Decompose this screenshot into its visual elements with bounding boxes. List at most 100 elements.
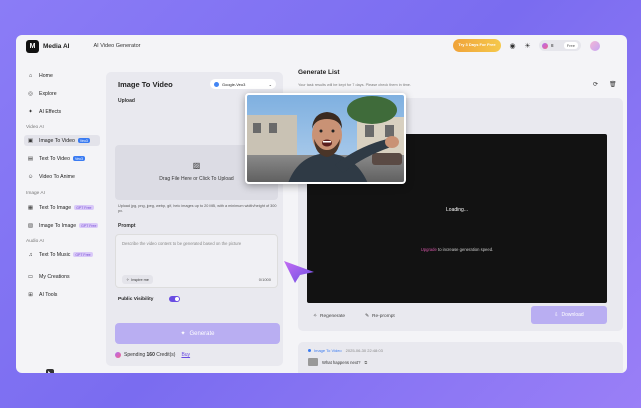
spending-info: Spending 160 Credit(s) Buy	[115, 352, 190, 358]
sidebar-item-ai-tools[interactable]: ⊞ AI Tools	[24, 289, 100, 300]
trash-icon[interactable]: 🗑	[609, 81, 617, 88]
history-header: Image To Video 2025-06-30 22:48:03	[308, 348, 383, 353]
char-counter: 0/1000	[258, 277, 271, 282]
sidebar-item-label: Text To Music	[39, 251, 71, 258]
generate-button[interactable]: ✦ Generate	[115, 323, 280, 344]
selfie-photo	[247, 95, 404, 182]
sidebar-item-explore[interactable]: ◎ Explore	[24, 88, 100, 99]
section-label-audio: Audio AI	[26, 239, 44, 244]
help-icon[interactable]: ◣	[46, 369, 54, 373]
credits-count: 8	[551, 43, 554, 48]
discord-icon[interactable]: ◉	[508, 41, 517, 50]
loading-text: Loading...	[446, 207, 468, 213]
buy-link[interactable]: Buy	[181, 352, 190, 358]
spending-amount: 160	[146, 352, 155, 358]
app-window: M Media AI AI Video Generator Try 3 Days…	[16, 35, 627, 373]
avatar[interactable]	[590, 41, 600, 51]
sidebar-item-label: Explore	[39, 90, 57, 97]
sidebar-item-my-creations[interactable]: ▭ My Creations	[24, 271, 100, 282]
model-label: Google-Veo3	[222, 81, 246, 87]
credit-coin-icon	[115, 352, 121, 358]
logo-icon[interactable]: M	[26, 39, 39, 53]
reprompt-button[interactable]: ✎ Re-prompt	[365, 314, 395, 319]
sidebar-item-text-to-music[interactable]: ♫ Text To Music GPT Free	[24, 249, 100, 260]
spending-suffix: Credit(s)	[156, 352, 176, 358]
wand-icon: ✦	[180, 331, 186, 337]
refresh-icon[interactable]: ⟳	[593, 81, 598, 88]
regenerate-button[interactable]: ✧ Regenerate	[313, 314, 345, 319]
grid-icon: ⊞	[28, 291, 33, 298]
copy-icon[interactable]: ⧉	[364, 360, 367, 365]
generate-list-subtitle: Your task results will be kept for 7 day…	[298, 83, 411, 87]
prompt-label: Prompt	[118, 223, 136, 229]
history-card: Image To Video 2025-06-30 22:48:03 What …	[298, 342, 623, 373]
inspire-me-button[interactable]: ✧ Inspire me	[122, 275, 153, 284]
plan-badge: Free	[563, 42, 578, 49]
music-icon: ♫	[28, 251, 33, 258]
image-image-icon: ▧	[27, 222, 34, 229]
sidebar: ⌂ Home ◎ Explore ✦ AI Effects Video AI ▣…	[16, 65, 104, 373]
status-dot	[308, 349, 311, 352]
sidebar-item-ai-effects[interactable]: ✦ AI Effects	[24, 106, 100, 117]
image-video-icon: ▣	[27, 137, 34, 144]
upgrade-rest-text: to increase generation speed.	[438, 247, 494, 252]
gpt-free-tag: GPT Free	[74, 205, 94, 210]
prompt-placeholder: Describe the video content to be generat…	[122, 241, 242, 246]
sidebar-item-label: Text To Video	[39, 155, 70, 162]
history-prompt: What happens next?	[322, 359, 361, 365]
upgrade-note: Upgrade to increase generation speed.	[307, 247, 607, 252]
free-trial-button[interactable]: Try 3 Days For Free	[453, 39, 501, 52]
magic-icon: ✧	[126, 278, 130, 282]
sidebar-item-label: AI Tools	[39, 291, 58, 298]
text-video-icon: ▤	[27, 155, 34, 162]
sidebar-item-image-to-image[interactable]: ▧ Image To Image GPT Free	[24, 220, 100, 231]
history-row[interactable]: What happens next? ⧉	[308, 358, 367, 366]
download-button[interactable]: ⇩ Download	[531, 306, 607, 324]
section-label-image: Image AI	[26, 191, 45, 196]
sidebar-item-label: Video To Anime	[39, 173, 75, 180]
google-icon	[214, 81, 219, 87]
folder-icon: ▭	[27, 273, 34, 280]
uploaded-image-preview	[245, 93, 406, 184]
sidebar-item-home[interactable]: ⌂ Home	[24, 70, 100, 81]
theme-toggle-icon[interactable]: ☀	[523, 41, 532, 50]
sidebar-item-image-to-video[interactable]: ▣ Image To Video Veo3	[24, 135, 100, 146]
sidebar-item-label: AI Effects	[39, 108, 62, 115]
model-select[interactable]: Google-Veo3 ⌄	[210, 79, 276, 89]
sidebar-item-text-to-image[interactable]: ▦ Text To Image GPT Free	[24, 202, 100, 213]
spending-prefix: Spending	[124, 352, 146, 358]
top-bar: M Media AI AI Video Generator	[16, 35, 627, 57]
veo3-tag: Veo3	[77, 138, 90, 143]
sparkle-icon: ✦	[28, 108, 33, 115]
credits-badge[interactable]: 8 Free	[539, 40, 581, 51]
brand-name: Media AI	[43, 42, 70, 50]
sidebar-item-label: Image To Image	[39, 222, 77, 229]
public-visibility-label: Public Visibility	[118, 297, 154, 302]
section-label-video: Video AI	[26, 125, 44, 130]
text-image-icon: ▦	[27, 204, 34, 211]
gpt-free-tag: GPT Free	[73, 252, 93, 257]
generate-label: Generate	[189, 330, 215, 337]
chevron-down-icon: ⌄	[268, 81, 272, 87]
cursor-pointer-icon	[284, 261, 314, 283]
sidebar-item-label: My Creations	[39, 273, 70, 280]
panel-title: Image To Video	[118, 80, 173, 89]
prompt-input[interactable]: Describe the video content to be generat…	[115, 234, 278, 288]
download-icon: ⇩	[554, 312, 559, 318]
regenerate-label: Regenerate	[320, 314, 346, 319]
sidebar-item-video-to-anime[interactable]: ☺ Video To Anime	[24, 171, 100, 182]
sidebar-item-label: Image To Video	[39, 137, 75, 144]
upload-hint: Upload jpg, png, jpeg, webp, gif, heic i…	[118, 204, 277, 213]
home-icon: ⌂	[28, 72, 33, 79]
reprompt-label: Re-prompt	[372, 314, 395, 319]
public-visibility-toggle[interactable]	[169, 296, 180, 302]
inspire-label: Inspire me	[131, 277, 149, 282]
generate-list-title: Generate List	[298, 69, 340, 76]
upgrade-link[interactable]: Upgrade	[421, 247, 437, 252]
download-label: Download	[561, 312, 584, 318]
sidebar-item-label: Home	[39, 72, 53, 79]
history-type: Image To Video	[314, 348, 342, 353]
regenerate-icon: ✧	[313, 314, 318, 319]
sidebar-item-text-to-video[interactable]: ▤ Text To Video Veo3	[24, 153, 100, 164]
gpt-free-tag: GPT Free	[79, 223, 99, 228]
